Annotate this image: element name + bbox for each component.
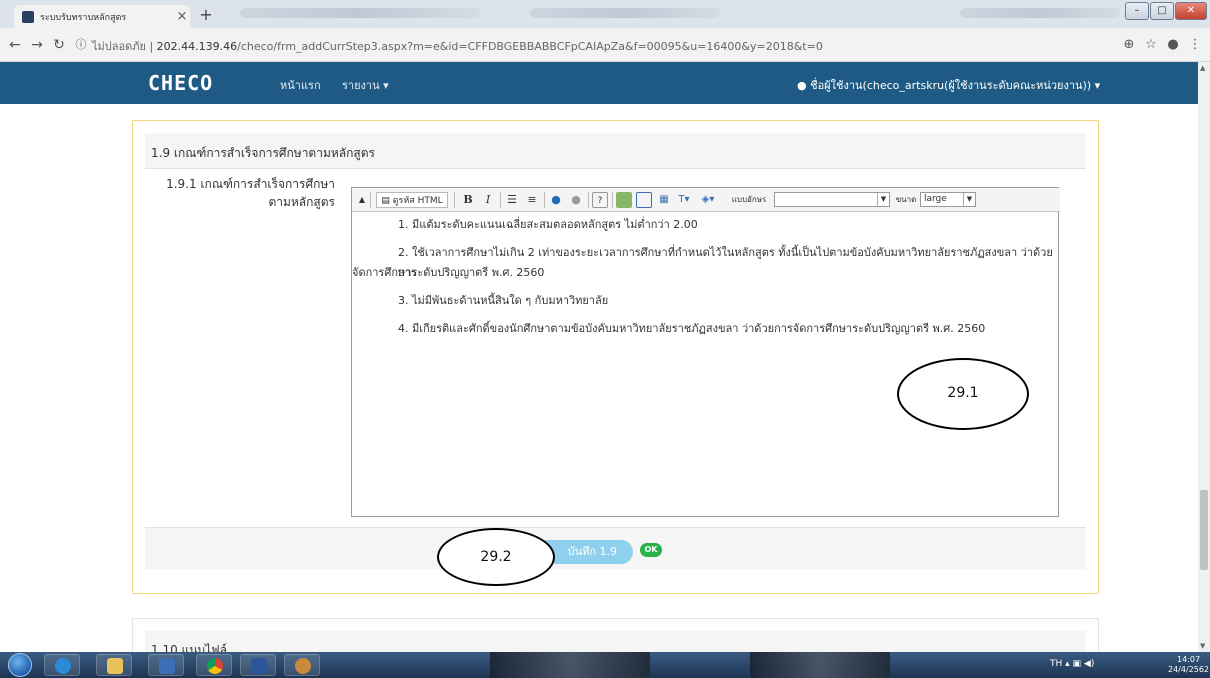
toolbar-collapse-icon[interactable]: ▲ [354, 192, 370, 208]
url-path: /checo/frm_addCurrStep3.aspx?m=e&id=CFFD… [237, 40, 823, 53]
tab-title: ระบบรับทราบหลักสูตร [40, 12, 127, 23]
clock-date: 24/4/2562 [1168, 665, 1210, 674]
rich-text-editor[interactable]: ▲ ▤ ดูรหัส HTML B I ☰ ≡ ● ● ? ▦ T▾ ◈▾ แบ… [351, 187, 1060, 517]
view-html-button[interactable]: ▤ ดูรหัส HTML [376, 192, 448, 208]
clock-time: 14:07 [1176, 655, 1201, 664]
taskbar-word-icon[interactable] [240, 654, 276, 676]
bookmark-star-icon[interactable]: ☆ [1142, 36, 1160, 54]
maximize-icon[interactable]: □ [1150, 2, 1174, 20]
security-label: ไม่ปลอดภัย [92, 40, 146, 53]
field-label: 1.9.1 เกณฑ์การสำเร็จการศึกษา ตามหลักสูตร [153, 175, 335, 211]
language-indicator[interactable]: TH [1050, 659, 1062, 669]
help-icon[interactable]: ? [592, 192, 608, 208]
blurred-region [240, 8, 480, 18]
network-icon[interactable]: ▣ [1073, 659, 1082, 669]
taskbar-background [750, 652, 890, 678]
scroll-up-icon[interactable]: ▲ [1200, 64, 1205, 72]
text-color-icon[interactable]: T▾ [676, 192, 692, 208]
tab-close-icon[interactable]: × [174, 9, 190, 24]
brand-logo[interactable]: CHECO [148, 71, 213, 95]
scroll-down-icon[interactable]: ▼ [1200, 642, 1205, 650]
annotation-29-1: 29.1 [897, 358, 1029, 430]
taskbar-ie-icon[interactable] [44, 654, 80, 676]
site-favicon-icon [22, 10, 34, 23]
html-icon: ▤ [381, 196, 390, 206]
address-bar[interactable]: ไม่ปลอดภัย | 202.44.139.46/checo/frm_add… [92, 37, 823, 55]
profile-icon[interactable]: ● [1164, 36, 1182, 54]
scrollbar-thumb[interactable] [1200, 490, 1208, 570]
ok-badge: OK [640, 543, 662, 557]
menu-dots-icon[interactable]: ⋮ [1186, 36, 1204, 54]
chevron-down-icon: ▼ [963, 193, 975, 206]
tray-arrow-icon[interactable]: ▴ [1065, 659, 1072, 669]
layout-icon[interactable]: ▦ [656, 192, 672, 208]
bullet-list-icon[interactable]: ≡ [524, 192, 540, 208]
taskbar-chrome-icon[interactable] [196, 654, 232, 676]
criteria-item: 4. มีเกียรติและศักดิ์ของนักศึกษาตามข้อบั… [398, 322, 986, 335]
bold-button[interactable]: B [460, 192, 476, 208]
chevron-down-icon: ▼ [877, 193, 889, 206]
criteria-item: 1. มีแต้มระดับคะแนนเฉลี่ยสะสมตลอดหลักสูต… [398, 218, 698, 231]
annotation-29-2: 29.2 [437, 528, 555, 586]
taskbar-explorer-icon[interactable] [96, 654, 132, 676]
browser-tab-strip: ระบบรับทราบหลักสูตร × + – □ ✕ [0, 0, 1210, 28]
zoom-icon[interactable]: ⊕ [1120, 36, 1138, 54]
new-tab-button[interactable]: + [196, 6, 216, 24]
link-icon[interactable]: ● [548, 192, 564, 208]
window-close-icon[interactable]: ✕ [1175, 2, 1207, 20]
italic-button[interactable]: I [480, 192, 496, 208]
section-footer: บันทึก 1.9 OK [145, 527, 1086, 569]
size-value: large [924, 194, 947, 204]
system-tray[interactable]: TH ▴ ▣ ◀) [1050, 659, 1094, 669]
size-label: ขนาด [895, 195, 917, 204]
minimize-icon[interactable]: – [1125, 2, 1149, 20]
start-button-icon[interactable] [8, 653, 32, 677]
font-select[interactable]: ▼ [774, 192, 890, 207]
font-label: แบบอักษร [731, 195, 767, 204]
field-label-line1: 1.9.1 เกณฑ์การสำเร็จการศึกษา [166, 177, 335, 191]
taskbar-media-icon[interactable] [148, 654, 184, 676]
taskbar-paint-icon[interactable] [284, 654, 320, 676]
browser-toolbar: ← → ↻ ⓘ ไม่ปลอดภัย | 202.44.139.46/checo… [0, 28, 1210, 62]
blurred-region [960, 8, 1120, 18]
reload-icon[interactable]: ↻ [50, 36, 68, 54]
field-label-line2: ตามหลักสูตร [268, 195, 335, 209]
taskbar-background [490, 652, 650, 678]
blurred-region [530, 8, 720, 18]
page-scrollbar[interactable]: ▲ ▼ [1198, 62, 1210, 652]
section-heading: 1.9 เกณฑ์การสำเร็จการศึกษาตามหลักสูตร [151, 146, 375, 160]
site-navbar: CHECO หน้าแรก รายงาน ▾ ● ชื่อผู้ใช้งาน(c… [0, 62, 1198, 104]
nav-home-link[interactable]: หน้าแรก [280, 76, 321, 94]
editor-toolbar: ▲ ▤ ดูรหัส HTML B I ☰ ≡ ● ● ? ▦ T▾ ◈▾ แบ… [352, 188, 1060, 212]
user-icon: ● [797, 79, 807, 92]
criteria-item-continued: จัดการศึกษาระดับปริญญาตรี พ.ศ. 2560 [352, 266, 545, 279]
section-panel: 1.9 เกณฑ์การสำเร็จการศึกษาตามหลักสูตร 1.… [132, 120, 1099, 594]
info-icon[interactable]: ⓘ [72, 36, 90, 54]
clock[interactable]: 14:07 24/4/2562 [1168, 655, 1209, 675]
user-label: ชื่อผู้ใช้งาน(checo_artskru(ผู้ใช้งานระด… [810, 79, 1101, 92]
back-arrow-icon[interactable]: ← [6, 36, 24, 54]
url-host: 202.44.139.46 [156, 40, 238, 53]
forward-arrow-icon[interactable]: → [28, 36, 46, 54]
view-html-label: ดูรหัส HTML [392, 196, 443, 206]
image-icon[interactable] [616, 192, 632, 208]
user-menu-dropdown[interactable]: ● ชื่อผู้ใช้งาน(checo_artskru(ผู้ใช้งานร… [797, 76, 1100, 94]
table-icon[interactable] [636, 192, 652, 208]
os-taskbar: TH ▴ ▣ ◀) 14:07 24/4/2562 [0, 652, 1210, 678]
nav-report-dropdown[interactable]: รายงาน ▾ [342, 76, 389, 94]
highlight-color-icon[interactable]: ◈▾ [700, 192, 716, 208]
section-heading-bar: 1.9 เกณฑ์การสำเร็จการศึกษาตามหลักสูตร [145, 133, 1086, 169]
criteria-item: 3. ไม่มีพันธะด้านหนี้สินใด ๆ กับมหาวิทยา… [398, 294, 609, 307]
browser-tab[interactable]: ระบบรับทราบหลักสูตร × [14, 5, 190, 28]
volume-icon[interactable]: ◀) [1084, 659, 1094, 669]
numbered-list-icon[interactable]: ☰ [504, 192, 520, 208]
size-select[interactable]: large ▼ [920, 192, 976, 207]
unlink-icon[interactable]: ● [568, 192, 584, 208]
